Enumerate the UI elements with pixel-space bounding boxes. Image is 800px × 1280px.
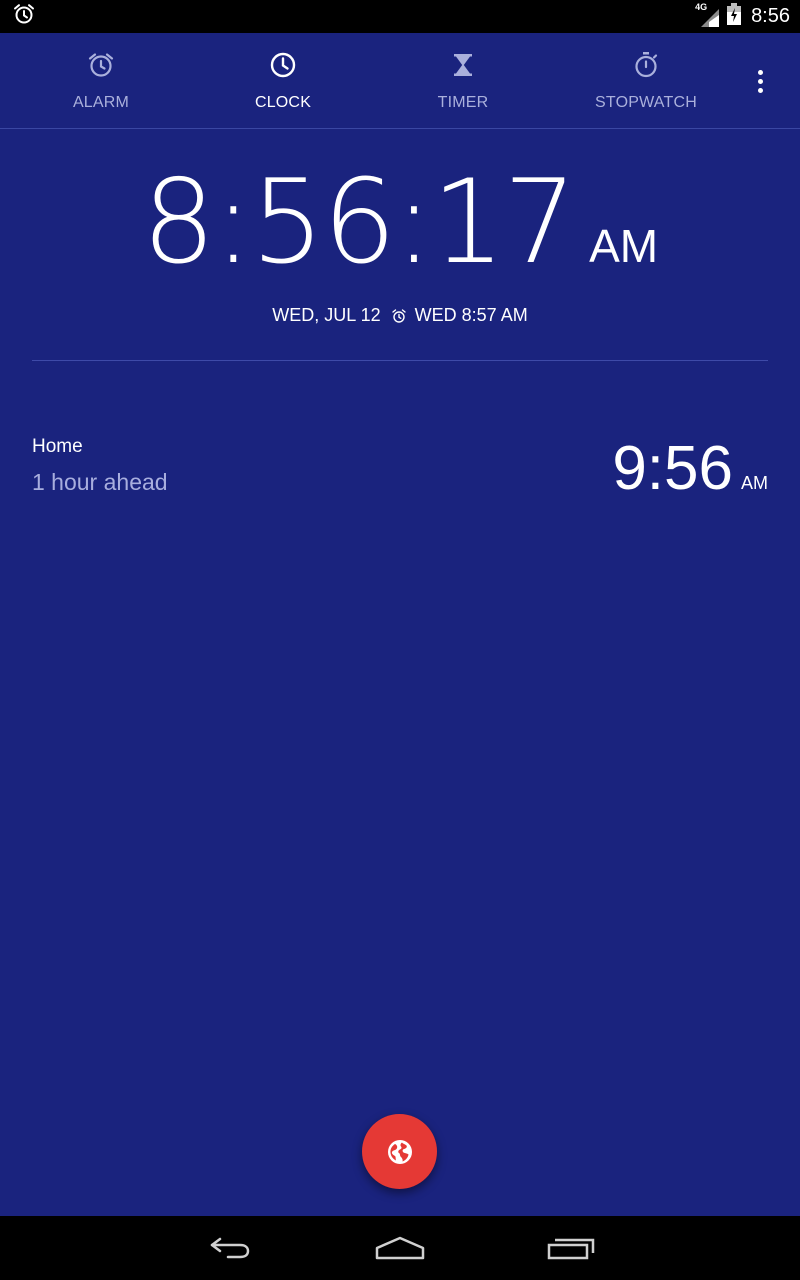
tab-bar: ALARM CLOCK TIMER STOPWATCH <box>0 33 800 129</box>
overflow-menu-button[interactable] <box>740 57 780 105</box>
status-time: 8:56 <box>751 5 790 27</box>
tab-alarm[interactable]: ALARM <box>11 33 191 129</box>
clock-app-screen: 4G 8:56 ALARM CLOCK TIMER STOPWATCH 8:56… <box>0 0 800 1280</box>
tab-clock[interactable]: CLOCK <box>193 33 373 129</box>
stopwatch-icon <box>635 52 658 78</box>
add-city-button[interactable] <box>362 1114 437 1189</box>
city-time-value: 9:56 <box>612 434 733 503</box>
recents-icon <box>547 1238 595 1260</box>
hourglass-icon <box>454 54 472 76</box>
clock-icon <box>270 52 296 78</box>
tab-timer[interactable]: TIMER <box>373 33 553 129</box>
tab-alarm-label: ALARM <box>72 94 130 111</box>
tab-stopwatch[interactable]: STOPWATCH <box>556 33 736 129</box>
city-name: Home <box>32 436 83 457</box>
current-ampm: AM <box>589 220 659 272</box>
network-type-label: 4G <box>695 1 708 12</box>
date-row: WED, JUL 12 WED 8:57 AM <box>0 305 800 326</box>
tab-timer-label: TIMER <box>437 94 489 111</box>
recents-button[interactable] <box>541 1228 601 1268</box>
status-bar: 4G 8:56 <box>0 0 800 33</box>
more-vert-icon <box>757 69 763 75</box>
battery-icon <box>727 3 742 30</box>
tab-stopwatch-label: STOPWATCH <box>595 94 697 111</box>
status-indicators: 4G 8:56 <box>695 1 790 30</box>
main-clock: 8:56:17 AM <box>0 165 800 281</box>
city-offset: 1 hour ahead <box>32 469 168 495</box>
signal-icon: 4G <box>695 1 721 29</box>
city-list-item[interactable]: Home 1 hour ahead 9:56 AM <box>32 436 768 506</box>
divider <box>32 360 768 361</box>
home-button[interactable] <box>370 1228 430 1268</box>
back-icon <box>210 1237 250 1259</box>
next-alarm-time: WED 8:57 AM <box>414 305 528 325</box>
alarm-icon <box>88 53 114 77</box>
current-date: WED, JUL 12 <box>272 305 381 325</box>
back-button[interactable] <box>200 1228 260 1268</box>
tab-clock-label: CLOCK <box>254 94 312 111</box>
globe-icon <box>387 1139 412 1164</box>
city-time: 9:56 AM <box>612 438 768 500</box>
home-icon <box>375 1236 425 1260</box>
current-time: 8:56:17 <box>141 155 577 290</box>
navigation-bar <box>0 1216 800 1280</box>
alarm-icon <box>12 2 36 31</box>
city-time-ampm: AM <box>741 473 768 493</box>
next-alarm-icon <box>391 308 406 323</box>
